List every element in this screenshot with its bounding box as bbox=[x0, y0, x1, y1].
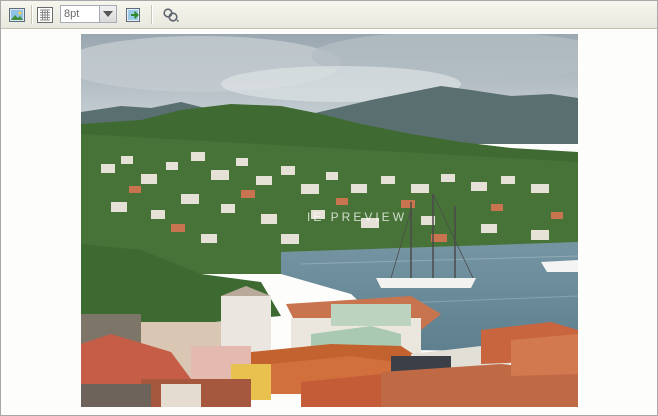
image-icon bbox=[9, 8, 25, 22]
link-button[interactable] bbox=[159, 4, 181, 26]
font-size-dropdown-button[interactable] bbox=[99, 6, 116, 22]
grid-icon bbox=[37, 7, 53, 23]
editor-window: IE PREVIEW bbox=[0, 0, 658, 416]
preview-watermark: IE PREVIEW bbox=[307, 210, 408, 224]
preview-pane: IE PREVIEW bbox=[1, 29, 657, 415]
toolbar-separator bbox=[31, 5, 33, 24]
insert-image-button[interactable] bbox=[6, 4, 28, 26]
chain-link-icon bbox=[163, 8, 179, 22]
font-size-input[interactable] bbox=[61, 6, 102, 22]
toolbar-separator bbox=[151, 5, 153, 24]
export-arrow-icon bbox=[126, 8, 140, 22]
grid-button[interactable] bbox=[34, 4, 56, 26]
harbor-photo: IE PREVIEW bbox=[81, 34, 578, 407]
font-size-select[interactable] bbox=[60, 5, 117, 23]
chevron-down-icon bbox=[103, 11, 113, 17]
toolbar bbox=[1, 1, 657, 29]
export-button[interactable] bbox=[123, 4, 145, 26]
